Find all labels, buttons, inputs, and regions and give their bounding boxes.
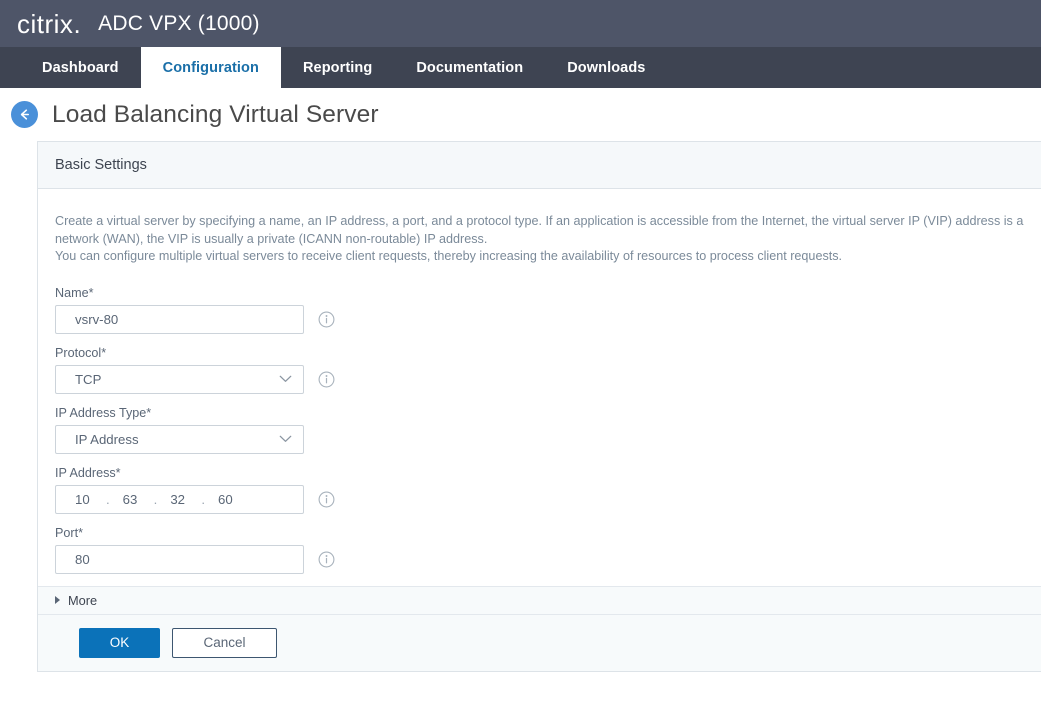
ip-address-type-row: IP Address <box>55 425 1024 454</box>
brand-header: citrix. ADC VPX (1000) <box>0 0 1041 47</box>
tab-dashboard[interactable]: Dashboard <box>20 47 141 88</box>
main-nav-bar: Dashboard Configuration Reporting Docume… <box>0 47 1041 88</box>
protocol-label: Protocol* <box>55 346 1024 360</box>
info-icon[interactable] <box>318 311 335 328</box>
port-row: 80 <box>55 545 1024 574</box>
panel-wrapper: Basic Settings Create a virtual server b… <box>0 141 1041 672</box>
citrix-logo-text: citrix <box>17 9 73 39</box>
field-group-ip-address: IP Address* 10 . 63 . 32 . 60 <box>55 466 1024 514</box>
back-arrow-icon <box>16 106 33 123</box>
info-icon[interactable] <box>318 551 335 568</box>
tab-configuration[interactable]: Configuration <box>141 47 281 88</box>
chevron-down-icon <box>279 375 292 384</box>
basic-settings-panel: Basic Settings Create a virtual server b… <box>37 141 1041 672</box>
page-title-row: Load Balancing Virtual Server <box>0 88 1041 141</box>
protocol-row: TCP <box>55 365 1024 394</box>
info-icon[interactable] <box>318 371 335 388</box>
ok-button[interactable]: OK <box>79 628 160 658</box>
info-icon[interactable] <box>318 491 335 508</box>
ip-separator: . <box>106 492 110 507</box>
ip-octet-2[interactable]: 63 <box>123 492 143 507</box>
protocol-select[interactable]: TCP <box>55 365 304 394</box>
ip-address-row: 10 . 63 . 32 . 60 <box>55 485 1024 514</box>
caret-right-icon <box>55 596 60 604</box>
ip-octet-3[interactable]: 32 <box>170 492 190 507</box>
protocol-selected-value: TCP <box>75 372 101 387</box>
panel-header: Basic Settings <box>38 142 1041 189</box>
ip-address-type-select[interactable]: IP Address <box>55 425 304 454</box>
ip-octet-1[interactable]: 10 <box>75 492 95 507</box>
more-label: More <box>68 593 97 608</box>
ip-address-type-selected-value: IP Address <box>75 432 139 447</box>
citrix-logo-period: . <box>73 9 81 39</box>
page-title: Load Balancing Virtual Server <box>52 101 379 129</box>
cancel-button[interactable]: Cancel <box>172 628 277 658</box>
action-button-bar: OK Cancel <box>38 614 1041 671</box>
name-label: Name* <box>55 286 1024 300</box>
ip-separator: . <box>201 492 205 507</box>
field-group-port: Port* 80 <box>55 526 1024 574</box>
port-label: Port* <box>55 526 1024 540</box>
product-title: ADC VPX (1000) <box>98 12 260 36</box>
description-line-3: You can configure multiple virtual serve… <box>55 248 1024 266</box>
description-line-2: network (WAN), the VIP is usually a priv… <box>55 231 1024 249</box>
ip-address-input[interactable]: 10 . 63 . 32 . 60 <box>55 485 304 514</box>
name-input[interactable]: vsrv-80 <box>55 305 304 334</box>
port-input[interactable]: 80 <box>55 545 304 574</box>
name-row: vsrv-80 <box>55 305 1024 334</box>
ip-separator: . <box>154 492 158 507</box>
ip-address-type-label: IP Address Type* <box>55 406 1024 420</box>
tab-downloads[interactable]: Downloads <box>545 47 667 88</box>
back-button[interactable] <box>11 101 38 128</box>
tab-reporting[interactable]: Reporting <box>281 47 394 88</box>
field-group-name: Name* vsrv-80 <box>55 286 1024 334</box>
ip-octet-group: 10 . 63 . 32 . 60 <box>56 492 238 507</box>
tab-documentation[interactable]: Documentation <box>394 47 545 88</box>
basic-settings-form: Name* vsrv-80 Protocol* <box>55 286 1024 574</box>
citrix-logo: citrix. <box>17 11 81 37</box>
chevron-down-icon <box>279 435 292 444</box>
ip-octet-4[interactable]: 60 <box>218 492 238 507</box>
field-group-ip-address-type: IP Address Type* IP Address <box>55 406 1024 454</box>
field-group-protocol: Protocol* TCP <box>55 346 1024 394</box>
more-expander[interactable]: More <box>38 586 1041 614</box>
description-line-1: Create a virtual server by specifying a … <box>55 213 1024 231</box>
panel-header-title: Basic Settings <box>55 157 147 173</box>
panel-body: Create a virtual server by specifying a … <box>38 189 1041 574</box>
panel-description: Create a virtual server by specifying a … <box>55 213 1024 266</box>
ip-address-label: IP Address* <box>55 466 1024 480</box>
